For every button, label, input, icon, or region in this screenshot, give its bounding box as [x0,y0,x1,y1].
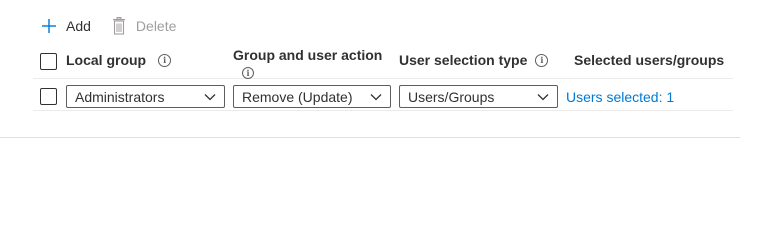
table-row: Administrators Remove (Update) Users/Gro… [33,79,733,111]
info-icon[interactable]: i [158,53,172,67]
info-icon[interactable]: i [242,67,254,79]
add-button[interactable]: Add [40,17,91,35]
column-header-label: User selection type [399,52,528,68]
column-header-local-group[interactable]: Local group i [66,52,172,68]
local-group-settings: Add Delete Local group i Group and user … [0,0,759,249]
row-checkbox[interactable] [40,88,57,105]
delete-button[interactable]: Delete [110,17,176,35]
local-group-dropdown[interactable]: Administrators [66,85,225,108]
user-selection-type-dropdown[interactable]: Users/Groups [399,85,558,108]
table-header-row: Local group i Group and user action i Us… [33,42,733,79]
group-user-action-value: Remove (Update) [242,88,353,105]
chevron-down-icon [370,94,382,101]
command-bar: Add Delete [40,15,176,37]
user-selection-type-value: Users/Groups [408,88,495,105]
column-header-label: Selected users/groups [574,52,725,68]
local-groups-table: Local group i Group and user action i Us… [33,42,733,111]
column-header-group-user-action[interactable]: Group and user action [233,47,382,63]
column-header-label: Group and user action [233,47,383,63]
select-all-checkbox[interactable] [40,53,57,70]
group-user-action-dropdown[interactable]: Remove (Update) [233,85,391,108]
section-divider [0,137,740,138]
info-icon[interactable]: i [535,53,549,67]
delete-button-label: Delete [135,18,177,34]
trash-icon [110,17,128,35]
local-group-value: Administrators [75,88,165,105]
chevron-down-icon [204,94,216,101]
column-header-label: Local group [66,52,147,68]
plus-icon [40,17,58,35]
chevron-down-icon [537,94,549,101]
users-selected-link[interactable]: Users selected: 1 [566,89,674,105]
column-header-user-selection-type[interactable]: User selection type i [399,52,549,68]
column-header-selected-users-groups[interactable]: Selected users/groups [574,52,724,68]
add-button-label: Add [66,18,91,34]
